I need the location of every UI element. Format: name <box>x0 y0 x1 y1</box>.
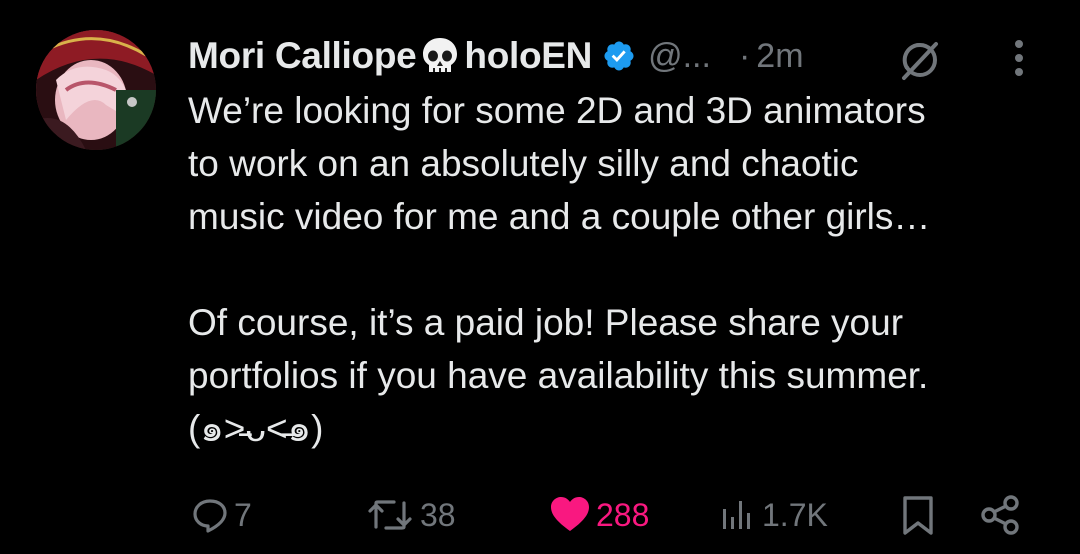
tweet-text-line: (๑˃̵ᴗ˂̵๑) <box>188 408 324 449</box>
heart-icon <box>551 497 589 531</box>
bookmark-button[interactable] <box>898 490 938 540</box>
views-icon <box>723 501 750 529</box>
tweet[interactable]: Mori Calliope holoEN @... · 2m We’re loo… <box>0 0 1080 554</box>
avatar[interactable] <box>36 30 156 150</box>
author-name[interactable]: Mori Calliope <box>188 35 417 77</box>
grok-icon[interactable] <box>898 38 942 82</box>
repost-count: 38 <box>420 496 456 533</box>
bookmark-icon <box>903 496 933 535</box>
tweet-header: Mori Calliope holoEN @... · 2m <box>188 28 804 84</box>
repost-button[interactable]: 38 <box>364 490 456 540</box>
share-button[interactable] <box>978 490 1022 540</box>
more-options-icon[interactable] <box>1004 36 1034 80</box>
timestamp[interactable]: 2m <box>756 37 803 76</box>
author-name-suffix[interactable]: holoEN <box>464 35 592 77</box>
share-icon <box>981 495 1019 535</box>
tweet-text-line: portfolios if you have availability this… <box>188 355 929 396</box>
views-button[interactable]: 1.7K <box>718 490 828 540</box>
action-bar: 7 38 288 1.7K <box>0 490 1080 540</box>
reply-count: 7 <box>234 496 252 533</box>
reply-button[interactable]: 7 <box>190 490 252 540</box>
author-handle[interactable]: @... <box>648 37 711 76</box>
tweet-text-line: to work on an absolutely silly and chaot… <box>188 143 859 184</box>
verified-badge-icon <box>604 41 634 71</box>
like-count: 288 <box>596 496 650 533</box>
repost-icon <box>368 500 412 530</box>
views-count: 1.7K <box>762 496 828 533</box>
tweet-text-line: music video for me and a couple other gi… <box>188 196 931 237</box>
avatar-image <box>36 30 156 150</box>
reply-icon <box>193 499 227 533</box>
separator-dot: · <box>738 36 751 75</box>
skull-icon <box>423 38 458 72</box>
tweet-text-line: Of course, it’s a paid job! Please share… <box>188 302 904 343</box>
like-button[interactable]: 288 <box>548 490 649 540</box>
tweet-text-line: We’re looking for some 2D and 3D animato… <box>188 90 926 131</box>
tweet-text: We’re looking for some 2D and 3D animato… <box>188 84 1048 455</box>
